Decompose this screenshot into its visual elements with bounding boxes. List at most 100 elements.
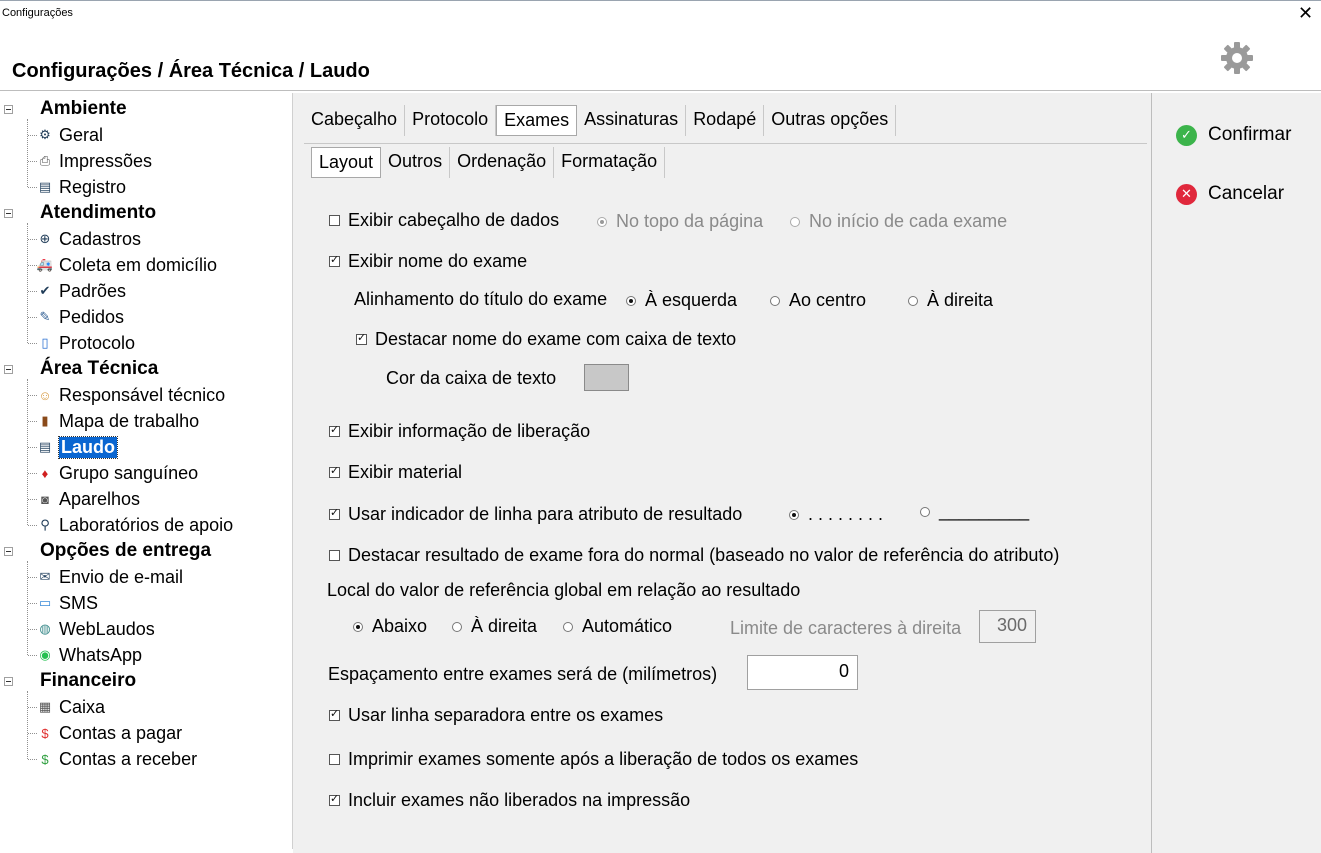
tree-item[interactable]: ◍ WebLaudos (37, 617, 154, 641)
separator-label: Usar linha separadora entre os exames (348, 705, 664, 725)
separator-checkbox[interactable] (329, 707, 340, 721)
confirm-label: Confirmar (1208, 124, 1292, 145)
header-pos-each-label: No início de cada exame (809, 211, 1008, 231)
exam-name-checkbox[interactable] (329, 253, 340, 267)
exam-name-row: Exibir nome do exame (329, 251, 527, 272)
tab-outras-opcoes[interactable]: Outras opções (764, 105, 897, 136)
material-checkbox[interactable] (329, 464, 340, 478)
tree-item[interactable]: ◙ Aparelhos (37, 487, 140, 511)
tab-formatacao[interactable]: Formatação (554, 147, 666, 178)
include-unreleased-checkbox[interactable] (329, 792, 340, 806)
tab-ordenacao[interactable]: Ordenação (450, 147, 555, 178)
print-after-release-checkbox[interactable] (329, 754, 340, 765)
tab-layout[interactable]: Layout (311, 147, 382, 178)
tab-outros[interactable]: Outros (381, 147, 451, 178)
tree-item[interactable]: ▤ Laudo (37, 435, 118, 459)
tree-item[interactable]: ⎙ Impressões (37, 149, 152, 173)
tree-item[interactable]: ♦ Grupo sanguíneo (37, 461, 198, 485)
settings-tree: Ambiente ⚙ Geral ⎙ Impressões ▤ Registro Atendi… (0, 93, 293, 849)
ref-right-option[interactable]: À direita (452, 616, 537, 637)
align-center-label: Ao centro (789, 290, 867, 310)
header-pos-top-option[interactable]: No topo da página (597, 211, 763, 232)
tree-item[interactable]: ▦ Caixa (37, 695, 105, 719)
tree-item[interactable]: ⚙ Geral (37, 123, 103, 147)
tree-item[interactable]: ▤ Registro (37, 175, 126, 199)
tree-item[interactable]: ▯ Protocolo (37, 331, 135, 355)
tab-exames[interactable]: Exames (496, 105, 578, 136)
tree-item[interactable]: ⚲ Laboratórios de apoio (37, 513, 233, 537)
highlight-abnormal-checkbox[interactable] (329, 550, 340, 561)
tree-item[interactable]: ✔ Padrões (37, 279, 127, 303)
header-pos-top-label: No topo da página (616, 211, 764, 231)
align-left-radio[interactable] (626, 295, 636, 306)
ref-below-option[interactable]: Abaixo (353, 616, 427, 637)
tab-protocolo[interactable]: Protocolo (405, 105, 497, 136)
exam-name-label: Exibir nome do exame (348, 251, 528, 271)
tree-item[interactable]: ▮ Mapa de trabalho (37, 409, 199, 433)
tree-group-label[interactable]: Área Técnica (40, 358, 158, 380)
char-limit-input[interactable]: 300 (979, 610, 1036, 643)
tree-collapse-toggle[interactable] (4, 677, 13, 686)
tree-connector (27, 691, 28, 759)
tree-item-label: Impressões (59, 150, 153, 171)
align-right-option[interactable]: À direita (908, 290, 993, 311)
line-solid-option[interactable]: _________ (920, 501, 1029, 522)
tree-item-label: SMS (59, 592, 99, 613)
tree-item[interactable]: $ Contas a pagar (37, 721, 182, 745)
confirm-button[interactable]: ✓ Confirmar (1176, 124, 1291, 146)
tree-connector (27, 379, 28, 525)
char-limit-label: Limite de caracteres à direita (730, 618, 962, 638)
line-indicator-checkbox[interactable] (329, 506, 340, 520)
highlight-abnormal-row: Destacar resultado de exame fora do norm… (329, 545, 1059, 566)
header-data-checkbox[interactable] (329, 215, 340, 226)
tree-item[interactable]: ▭ SMS (37, 591, 98, 615)
tree-collapse-toggle[interactable] (4, 365, 13, 374)
align-center-option[interactable]: Ao centro (770, 290, 866, 311)
ref-auto-radio[interactable] (563, 621, 573, 632)
header-pos-top-radio[interactable] (597, 216, 607, 227)
tree-group-label[interactable]: Opções de entrega (40, 540, 211, 562)
line-dots-option[interactable]: . . . . . . . . (789, 504, 883, 525)
align-right-radio[interactable] (908, 295, 918, 306)
dollar-green-icon: $ (41, 751, 49, 767)
tree-group-label[interactable]: Atendimento (40, 202, 156, 224)
line-indicator-row: Usar indicador de linha para atributo de… (329, 504, 742, 525)
tree-item[interactable]: ⊕ Cadastros (37, 227, 142, 251)
line-dots-radio[interactable] (789, 509, 799, 520)
tree-item[interactable]: ☺ Responsável técnico (37, 383, 225, 407)
cancel-button[interactable]: ✕ Cancelar (1176, 183, 1284, 205)
tree-item[interactable]: 🚑 Coleta em domicílio (37, 253, 217, 277)
tree-collapse-toggle[interactable] (4, 547, 13, 556)
tab-rodape[interactable]: Rodapé (686, 105, 765, 136)
align-left-option[interactable]: À esquerda (626, 290, 737, 311)
tree-item[interactable]: $ Contas a receber (37, 747, 197, 771)
tree-item[interactable]: ◉ WhatsApp (37, 643, 142, 667)
tree-item-label: Envio de e-mail (59, 566, 184, 587)
line-solid-radio[interactable] (920, 506, 930, 517)
tree-connector (28, 265, 37, 266)
tab-cabecalho[interactable]: Cabeçalho (304, 105, 406, 136)
ref-right-radio[interactable] (452, 621, 462, 632)
main-tabs: Cabeçalho Protocolo Exames Assinaturas R… (304, 105, 897, 136)
align-right-label: À direita (927, 290, 994, 310)
highlight-name-checkbox[interactable] (356, 331, 367, 345)
header-pos-each-option[interactable]: No início de cada exame (790, 211, 1007, 232)
tree-item[interactable]: ✎ Pedidos (37, 305, 125, 329)
tree-group-label[interactable]: Financeiro (40, 670, 136, 692)
tree-collapse-toggle[interactable] (4, 209, 13, 218)
spacing-input[interactable]: 0 (747, 655, 858, 690)
close-icon[interactable]: ✕ (1298, 4, 1313, 22)
align-center-radio[interactable] (770, 295, 780, 306)
tree-group-label[interactable]: Ambiente (40, 98, 127, 120)
gear-icon[interactable] (1219, 40, 1255, 76)
tree-collapse-toggle[interactable] (4, 105, 13, 114)
tree-connector (28, 525, 37, 526)
tree-item[interactable]: ✉ Envio de e-mail (37, 565, 184, 589)
release-info-checkbox[interactable] (329, 423, 340, 437)
release-info-row: Exibir informação de liberação (329, 421, 590, 442)
ref-auto-option[interactable]: Automático (563, 616, 672, 637)
header-pos-each-radio[interactable] (790, 216, 800, 227)
box-color-swatch[interactable] (584, 364, 629, 391)
tab-assinaturas[interactable]: Assinaturas (577, 105, 687, 136)
ref-below-radio[interactable] (353, 621, 363, 632)
